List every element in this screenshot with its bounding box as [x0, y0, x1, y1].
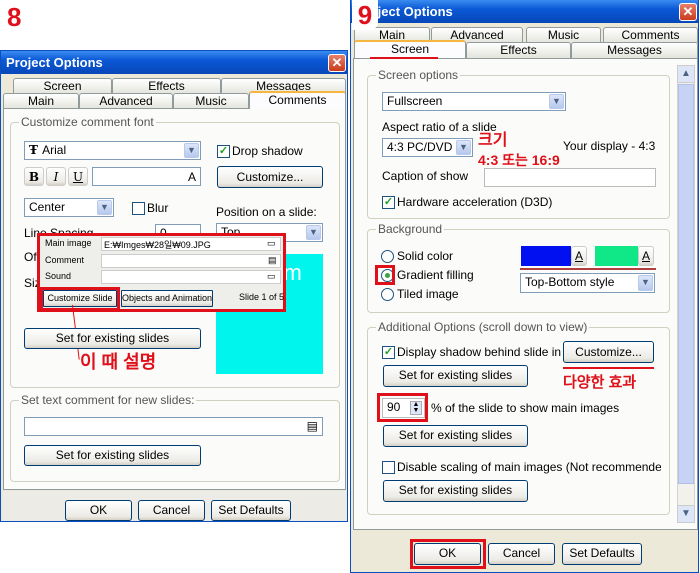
open-folder-icon[interactable]: ▭	[267, 271, 276, 282]
scrollbar[interactable]: ▲ ▼	[677, 65, 695, 523]
annotation-description: 이 때 설명	[80, 352, 157, 372]
tab-messages[interactable]: Messages	[571, 42, 698, 58]
highlight-gradient	[375, 265, 395, 285]
sound-label: Sound	[45, 271, 72, 281]
set-defaults-button[interactable]: Set Defaults	[562, 543, 642, 565]
slide-count: Slide 1 of 5	[239, 292, 285, 302]
main-image-label: Main image	[45, 238, 92, 248]
annotation-underline-screen	[370, 57, 438, 59]
cancel-button[interactable]: Cancel	[138, 500, 205, 521]
tab-effects[interactable]: Effects	[112, 78, 221, 94]
chevron-down-icon[interactable]: ▼	[184, 143, 199, 158]
tab-main[interactable]: Main	[3, 93, 79, 109]
set-defaults-button[interactable]: Set Defaults	[211, 500, 291, 521]
shadow-label: Display shadow behind slide in	[397, 345, 562, 359]
tiled-image-label: Tiled image	[397, 287, 459, 301]
aspect-select[interactable]: 4:3 PC/DVD ▼	[382, 138, 473, 157]
highlight-ok	[410, 539, 486, 569]
color-1-button[interactable]: A	[571, 246, 587, 266]
customize-shadow-button[interactable]: Customize...	[563, 341, 654, 363]
annotation-aspect: 4:3 또는 16:9	[478, 152, 560, 168]
tab-advanced[interactable]: Advanced	[79, 93, 173, 109]
chevron-down-icon[interactable]: ▼	[306, 225, 321, 240]
italic-button[interactable]: I	[46, 167, 66, 186]
gradient-style-select[interactable]: Top-Bottom style ▼	[520, 273, 655, 293]
chevron-down-icon[interactable]: ▼	[456, 140, 471, 155]
tab-screen[interactable]: Screen	[354, 40, 466, 58]
annotation-underline-customize	[563, 367, 654, 369]
sound-field[interactable]	[101, 270, 281, 284]
dialog-title: Project Options	[351, 0, 698, 23]
hw-accel-label: Hardware acceleration (D3D)	[397, 195, 553, 209]
scroll-up-icon[interactable]: ▲	[677, 65, 695, 83]
open-folder-icon[interactable]: ▭	[267, 238, 276, 249]
blur-checkbox[interactable]	[132, 202, 145, 215]
ok-button[interactable]: OK	[65, 500, 132, 521]
solid-color-radio[interactable]	[381, 250, 394, 263]
highlight-percent	[377, 393, 428, 422]
set-existing-button-scaling[interactable]: Set for existing slides	[383, 480, 528, 502]
font-color-field[interactable]: A	[92, 167, 201, 186]
drop-shadow-checkbox[interactable]: ✓	[217, 145, 230, 158]
close-icon[interactable]: ✕	[679, 3, 697, 21]
blur-label: Blur	[147, 201, 169, 215]
comment-field[interactable]	[101, 254, 281, 268]
position-label: Position on a slide:	[216, 205, 317, 219]
solid-color-label: Solid color	[397, 249, 454, 263]
mode-select[interactable]: Fullscreen ▼	[382, 92, 566, 111]
chevron-down-icon[interactable]: ▼	[549, 94, 564, 109]
tab-effects[interactable]: Effects	[466, 42, 571, 58]
caption-field[interactable]	[484, 168, 656, 187]
gradient-filling-label: Gradient filling	[397, 268, 474, 282]
tab-screen[interactable]: Screen	[13, 78, 112, 94]
tab-music[interactable]: Music	[173, 93, 249, 109]
hw-accel-checkbox[interactable]: ✓	[382, 196, 395, 209]
tab-music[interactable]: Music	[526, 27, 601, 43]
color-2-button[interactable]: A	[638, 246, 654, 266]
dialog-title: Project Options	[1, 51, 347, 74]
caption-label: Caption of show	[382, 169, 469, 183]
highlight-customize-slide	[40, 287, 120, 311]
comment-label: Comment	[45, 255, 85, 265]
your-display-label: Your display - 4:3	[563, 139, 656, 153]
annotation-size: 크기	[478, 132, 508, 149]
customize-shadow-button[interactable]: Customize...	[217, 166, 323, 188]
step-number-8: 8	[7, 2, 22, 32]
bold-button[interactable]: B	[24, 167, 44, 186]
new-comment-field[interactable]: ▤	[24, 417, 323, 436]
chevron-down-icon[interactable]: ▼	[638, 275, 653, 291]
tab-comments[interactable]: Comments	[603, 27, 698, 43]
scroll-thumb[interactable]	[678, 84, 694, 484]
new-comment-group: Set text comment for new slides:	[10, 393, 340, 482]
align-select[interactable]: Center ▼	[24, 198, 114, 217]
percent-label: % of the slide to show main images	[431, 401, 620, 415]
color-swatch-2[interactable]	[595, 246, 638, 266]
disable-scaling-checkbox[interactable]	[382, 461, 395, 474]
underline-button[interactable]: U	[68, 167, 88, 186]
document-icon[interactable]: ▤	[307, 419, 318, 433]
color-swatch-1[interactable]	[521, 246, 571, 266]
cancel-button[interactable]: Cancel	[488, 543, 555, 565]
disable-scaling-label: Disable scaling of main images (Not reco…	[397, 460, 661, 474]
close-icon[interactable]: ✕	[328, 54, 346, 72]
font-icon: Ŧ	[29, 143, 43, 157]
annotation-underline-colors	[520, 268, 656, 270]
document-icon[interactable]: ▤	[268, 255, 277, 266]
tab-comments[interactable]: Comments	[249, 91, 346, 109]
font-select[interactable]: Ŧ Arial ▼	[24, 141, 201, 160]
step-number-9: 9	[352, 0, 378, 30]
annotation-effects: 다양한 효과	[563, 374, 637, 391]
scroll-down-icon[interactable]: ▼	[677, 505, 695, 523]
set-existing-button-percent[interactable]: Set for existing slides	[383, 425, 528, 447]
chevron-down-icon[interactable]: ▼	[97, 200, 112, 215]
drop-shadow-label: Drop shadow	[232, 144, 303, 158]
set-existing-button-shadow[interactable]: Set for existing slides	[383, 365, 528, 387]
objects-animation-button[interactable]: Objects and Animation	[121, 290, 213, 307]
set-existing-button-2[interactable]: Set for existing slides	[24, 445, 201, 466]
shadow-checkbox[interactable]: ✓	[382, 346, 395, 359]
set-existing-button[interactable]: Set for existing slides	[24, 328, 201, 349]
tiled-image-radio[interactable]	[381, 288, 394, 301]
main-image-field[interactable]: E:₩Imges₩28일₩09.JPG	[101, 237, 281, 251]
